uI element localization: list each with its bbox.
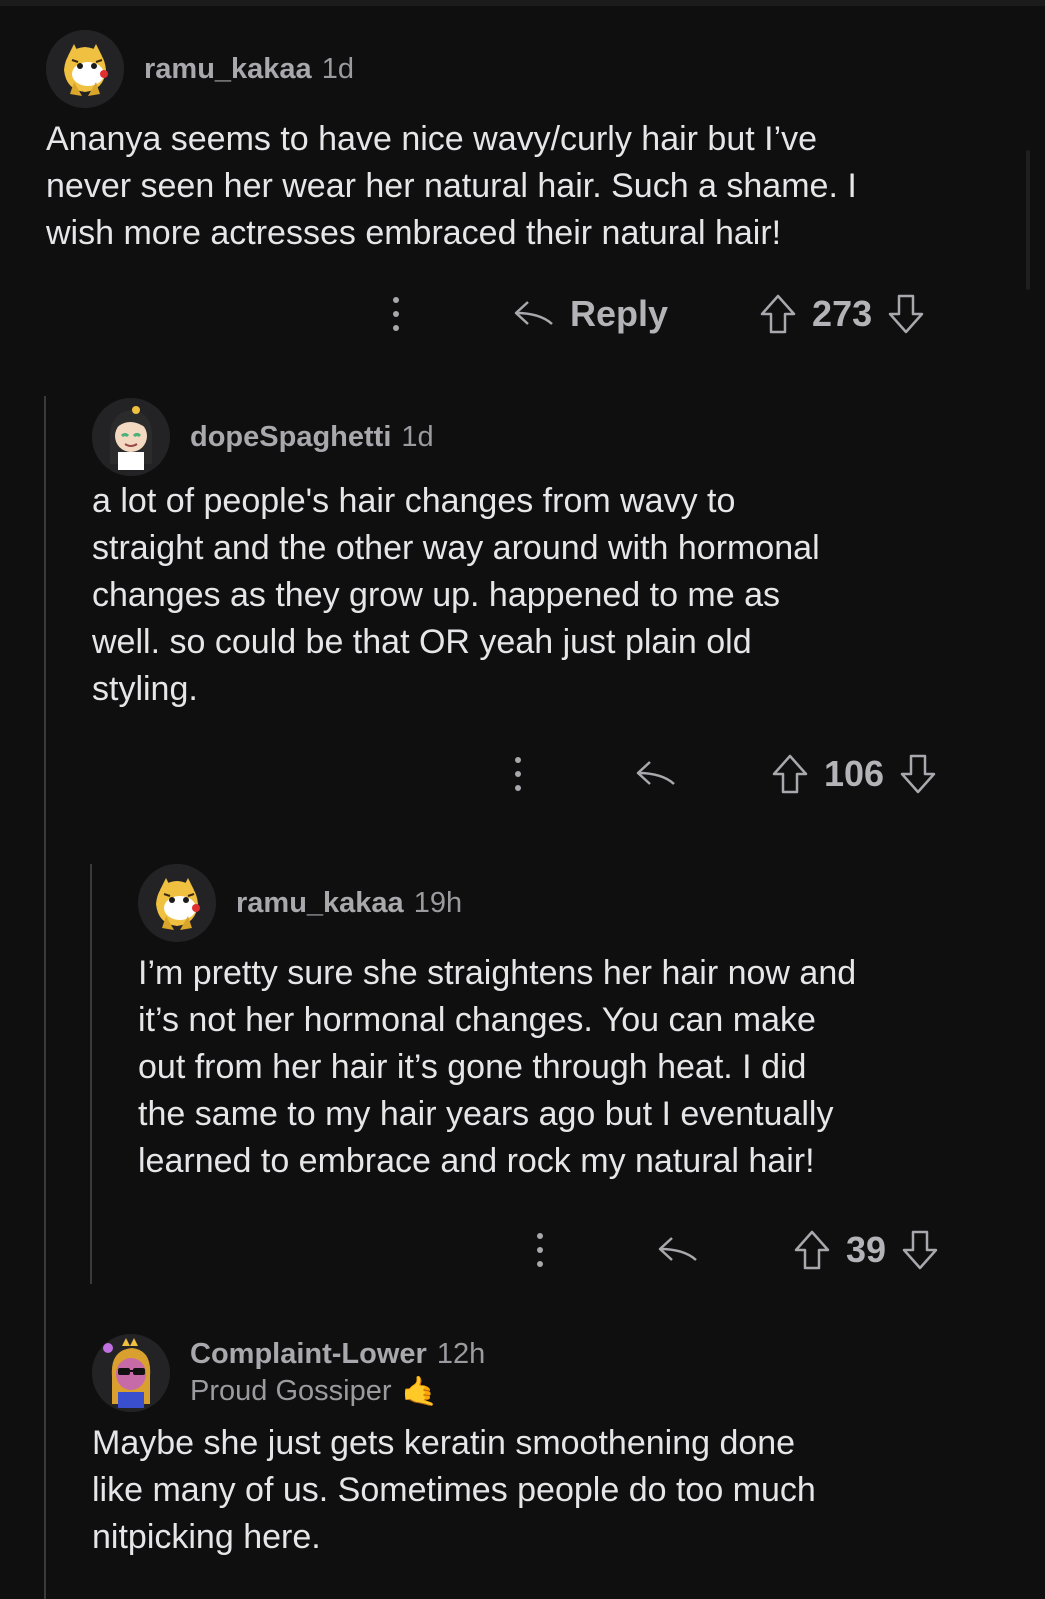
downvote-button[interactable] xyxy=(886,292,926,336)
user-flair: Proud Gossiper 🤙 xyxy=(190,1375,485,1409)
reply-button[interactable] xyxy=(634,756,678,792)
comment-actions: Reply 273 xyxy=(386,292,926,336)
reply-button[interactable]: Reply xyxy=(512,293,668,335)
more-options-icon[interactable] xyxy=(508,757,528,791)
tiger-avatar-icon[interactable] xyxy=(138,864,216,942)
scrollbar[interactable] xyxy=(1026,150,1030,290)
reply-arrow-icon xyxy=(636,761,675,785)
comment-header: dopeSpaghetti 1d xyxy=(92,398,434,476)
upvote-button[interactable] xyxy=(758,292,798,336)
timestamp: 12h xyxy=(436,1337,486,1370)
top-edge xyxy=(0,0,1045,6)
comment-body: Ananya seems to have nice wavy/curly hai… xyxy=(46,120,857,252)
comment-header: ramu_kakaa 1d xyxy=(46,30,354,108)
comment-actions: 39 xyxy=(530,1228,940,1272)
reply-arrow-icon xyxy=(514,301,553,325)
downvote-arrow-icon xyxy=(902,1230,938,1270)
reply-arrow-icon xyxy=(658,1237,697,1261)
girl-avatar-icon[interactable] xyxy=(92,398,170,476)
downvote-button[interactable] xyxy=(900,1228,940,1272)
comment-body: a lot of people's hair changes from wavy… xyxy=(92,482,820,708)
more-options-icon[interactable] xyxy=(530,1233,550,1267)
upvote-button[interactable] xyxy=(792,1228,832,1272)
tiger-avatar-icon[interactable] xyxy=(46,30,124,108)
thread-line-level-1[interactable] xyxy=(44,396,46,1599)
reply-label: Reply xyxy=(570,293,669,334)
username[interactable]: Complaint-Lower xyxy=(190,1338,427,1371)
username[interactable]: ramu_kakaa xyxy=(236,887,404,920)
timestamp: 19h xyxy=(413,886,463,919)
vote-score: 106 xyxy=(824,753,885,794)
reply-button[interactable] xyxy=(656,1232,700,1268)
upvote-arrow-icon xyxy=(794,1230,830,1270)
upvote-arrow-icon xyxy=(772,754,808,794)
call-me-hand-icon: 🤙 xyxy=(401,1375,438,1408)
timestamp: 1d xyxy=(321,52,354,85)
thread-line-level-2[interactable] xyxy=(90,864,92,1284)
sunglasses-avatar-icon[interactable] xyxy=(92,1334,170,1412)
timestamp: 1d xyxy=(401,420,434,453)
username[interactable]: ramu_kakaa xyxy=(144,53,312,86)
upvote-button[interactable] xyxy=(770,752,810,796)
downvote-arrow-icon xyxy=(888,294,924,334)
vote-score: 39 xyxy=(846,1229,887,1270)
downvote-arrow-icon xyxy=(900,754,936,794)
comment-actions: 106 xyxy=(508,752,938,796)
comment-header: ramu_kakaa 19h xyxy=(138,864,462,942)
vote-score: 273 xyxy=(812,293,873,334)
comment-header: Complaint-Lower 12h Proud Gossiper 🤙 xyxy=(92,1334,485,1412)
comment-body: I’m pretty sure she straightens her hair… xyxy=(138,954,857,1180)
more-options-icon[interactable] xyxy=(386,297,406,331)
upvote-arrow-icon xyxy=(760,294,796,334)
username[interactable]: dopeSpaghetti xyxy=(190,421,391,454)
downvote-button[interactable] xyxy=(898,752,938,796)
comment-body: Maybe she just gets keratin smoothening … xyxy=(92,1424,816,1556)
flair-text: Proud Gossiper xyxy=(190,1375,392,1407)
